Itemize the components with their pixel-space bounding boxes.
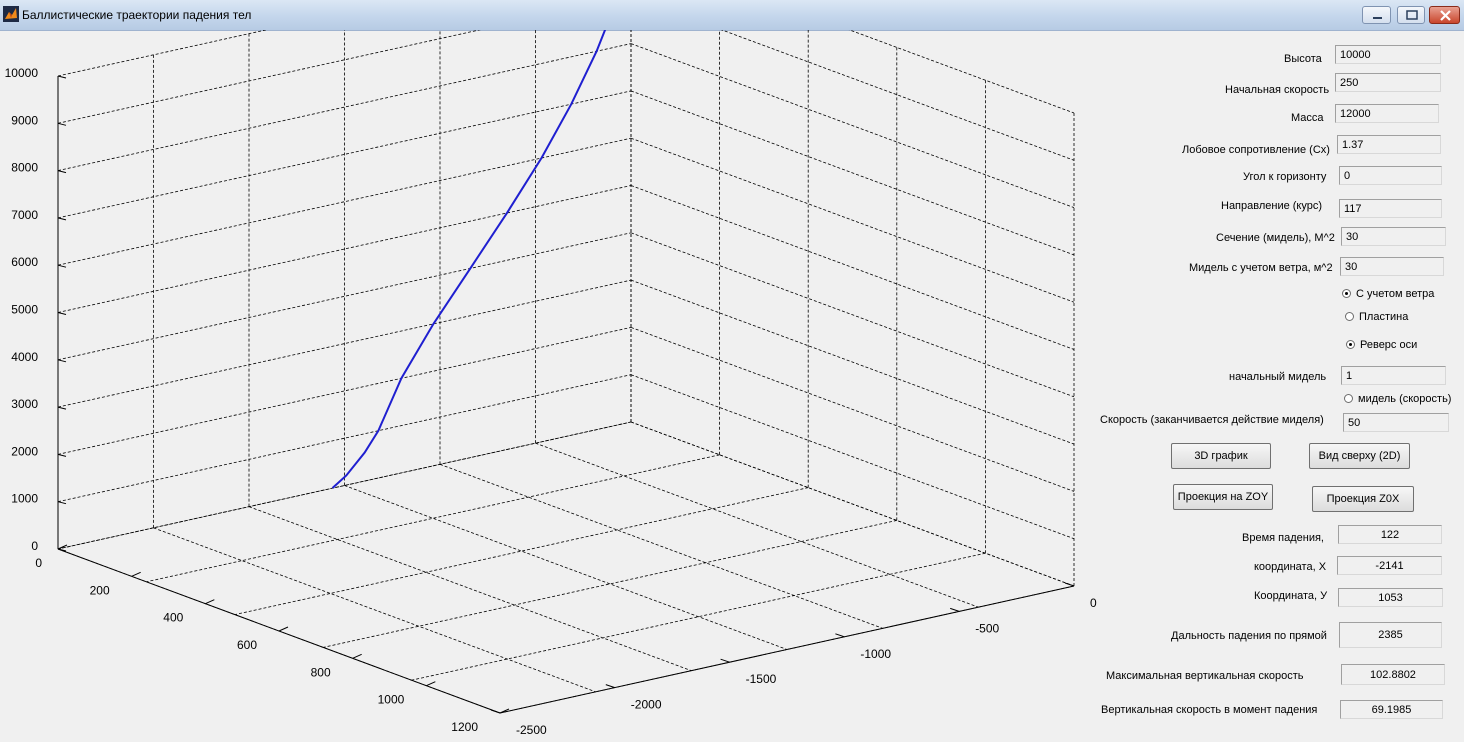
minimize-button[interactable]: [1362, 6, 1391, 24]
wind-section-label: Мидель с учетом ветра, м^2: [1189, 262, 1333, 274]
z-tick-label: 9000: [11, 113, 38, 127]
trajectory-line: [331, 30, 607, 489]
max-vspeed-output: [1341, 664, 1445, 685]
plot-grid: [57, 30, 1075, 714]
close-icon: [1440, 10, 1451, 21]
window-title: Баллистические траектории падения тел: [22, 8, 252, 22]
plot-3d-button[interactable]: 3D график: [1171, 443, 1271, 469]
coord-y-output: [1338, 588, 1443, 607]
section-input[interactable]: [1341, 227, 1446, 246]
plot-tick-labels: 0100020003000400050006000700080009000100…: [5, 66, 1097, 737]
window-titlebar: Баллистические траектории падения тел: [0, 0, 1464, 31]
x-tick-label: -2000: [631, 698, 662, 712]
radio-selected-icon: [1342, 289, 1351, 298]
mass-label: Масса: [1291, 112, 1324, 124]
z-tick-label: 0: [31, 539, 38, 553]
drag-input[interactable]: [1337, 135, 1441, 154]
reverse-axis-radio-label: Реверс оси: [1360, 339, 1418, 351]
wind-section-input[interactable]: [1340, 257, 1444, 276]
radio-selected-icon: [1346, 340, 1355, 349]
range-output: [1339, 622, 1442, 648]
x-tick-label: -500: [975, 621, 999, 635]
y-tick-label: 600: [237, 638, 257, 652]
plate-radio[interactable]: Пластина: [1345, 311, 1408, 323]
section-label: Сечение (мидель), M^2: [1216, 232, 1335, 244]
max-vspeed-label: Максимальная вертикальная скорость: [1106, 670, 1304, 682]
impact-vspeed-label: Вертикальная скорость в момент падения: [1101, 704, 1318, 716]
y-tick-label: 0: [35, 556, 42, 570]
midel-speed-radio-label: мидель (скорость): [1358, 393, 1452, 405]
z-tick-label: 4000: [11, 350, 38, 364]
z-tick-label: 2000: [11, 444, 38, 458]
wind-radio[interactable]: С учетом ветра: [1342, 288, 1434, 300]
height-label: Высота: [1284, 53, 1322, 65]
maximize-icon: [1406, 10, 1418, 20]
matlab-icon: [3, 6, 19, 22]
close-button[interactable]: [1429, 6, 1460, 24]
maximize-button[interactable]: [1397, 6, 1425, 24]
trajectory-3d-plot[interactable]: 0100020003000400050006000700080009000100…: [0, 30, 1100, 742]
x-tick-label: -2500: [516, 723, 547, 737]
x-tick-label: 0: [1090, 596, 1097, 610]
speed-input[interactable]: [1335, 73, 1441, 92]
fall-time-output: [1338, 525, 1442, 544]
range-label: Дальность падения по прямой: [1171, 630, 1327, 642]
x-tick-label: -1000: [860, 647, 891, 661]
z-tick-label: 5000: [11, 303, 38, 317]
height-input[interactable]: [1335, 45, 1441, 64]
initial-midel-label: начальный мидель: [1229, 371, 1327, 383]
x-tick-label: -1500: [746, 672, 777, 686]
y-tick-label: 200: [90, 583, 110, 597]
y-tick-label: 1000: [378, 693, 405, 707]
radio-empty-icon: [1345, 312, 1354, 321]
plot-axes: [57, 75, 1075, 714]
y-tick-label: 800: [311, 665, 331, 679]
z-tick-label: 6000: [11, 255, 38, 269]
midel-speed-input[interactable]: [1343, 413, 1449, 432]
projection-zox-button[interactable]: Проекция Z0X: [1312, 486, 1414, 512]
radio-empty-icon: [1344, 394, 1353, 403]
course-input[interactable]: [1339, 199, 1442, 218]
course-label: Направление (курс): [1221, 200, 1323, 212]
z-tick-label: 1000: [11, 492, 38, 506]
z-tick-label: 3000: [11, 397, 38, 411]
y-tick-label: 1200: [451, 720, 478, 734]
projection-zoy-button[interactable]: Проекция на ZOY: [1173, 484, 1273, 510]
initial-midel-input[interactable]: [1341, 366, 1446, 385]
coord-x-label: координата, X: [1254, 561, 1327, 573]
fall-time-label: Время падения,: [1242, 532, 1324, 544]
minimize-icon: [1373, 17, 1382, 19]
wind-radio-label: С учетом ветра: [1356, 288, 1435, 300]
top-view-button[interactable]: Вид сверху (2D): [1309, 443, 1410, 469]
midel-speed-label: Скорость (заканчивается действие миделя): [1100, 414, 1324, 426]
mass-input[interactable]: [1335, 104, 1439, 123]
angle-label: Угол к горизонту: [1243, 171, 1327, 183]
coord-y-label: Координата, У: [1254, 590, 1328, 602]
angle-input[interactable]: [1339, 166, 1442, 185]
y-tick-label: 400: [163, 611, 183, 625]
z-tick-label: 8000: [11, 161, 38, 175]
speed-label: Начальная скорость: [1225, 84, 1330, 96]
z-tick-label: 7000: [11, 208, 38, 222]
midel-speed-radio[interactable]: мидель (скорость): [1344, 393, 1451, 405]
reverse-axis-radio[interactable]: Реверс оси: [1346, 339, 1417, 351]
plate-radio-label: Пластина: [1359, 311, 1409, 323]
impact-vspeed-output: [1340, 700, 1443, 719]
z-tick-label: 10000: [5, 66, 39, 80]
coord-x-output: [1337, 556, 1442, 575]
drag-label: Лобовое сопротивление (Cx): [1182, 144, 1330, 156]
